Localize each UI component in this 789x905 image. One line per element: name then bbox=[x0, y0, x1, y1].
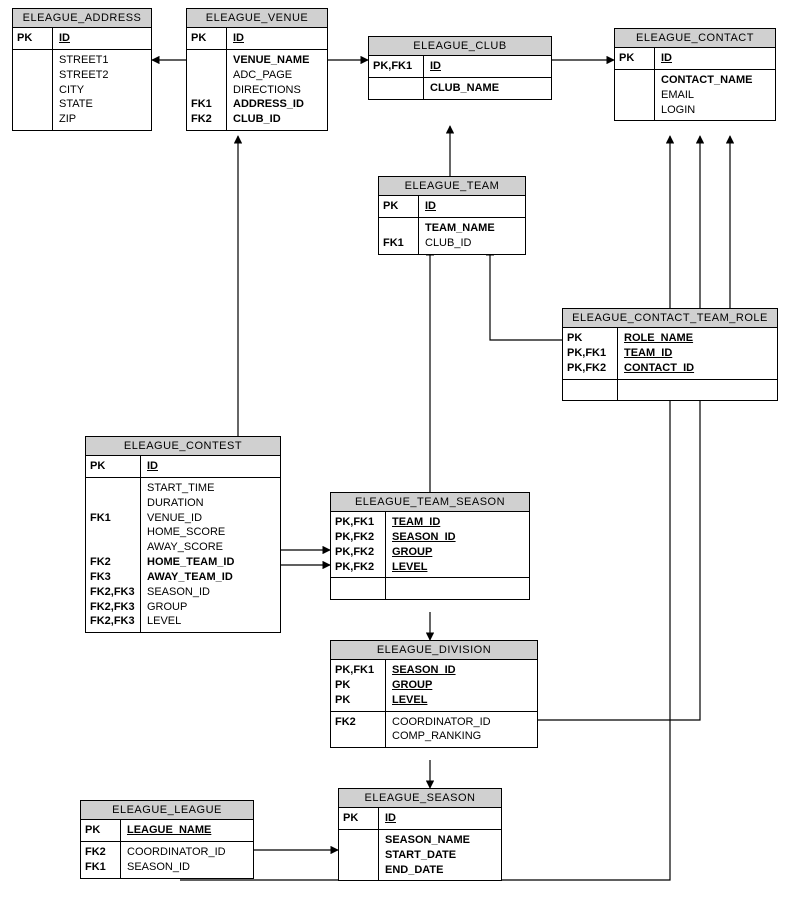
entity-eleague-team-season: ELEAGUE_TEAM_SEASON PK,FK1 PK,FK2 PK,FK2… bbox=[330, 492, 530, 600]
entity-eleague-contact: ELEAGUE_CONTACT PK ID CONTACT_NAME EMAIL… bbox=[614, 28, 776, 121]
entity-title: ELEAGUE_DIVISION bbox=[331, 641, 537, 660]
entity-eleague-venue: ELEAGUE_VENUE PK ID FK1 FK2 VENUE_NAME A… bbox=[186, 8, 328, 131]
entity-title: ELEAGUE_CONTACT_TEAM_ROLE bbox=[563, 309, 777, 328]
entity-title: ELEAGUE_TEAM_SEASON bbox=[331, 493, 529, 512]
entity-eleague-contest: ELEAGUE_CONTEST PK ID FK1 FK2 FK3 FK2,FK… bbox=[85, 436, 281, 633]
entity-title: ELEAGUE_CONTEST bbox=[86, 437, 280, 456]
entity-title: ELEAGUE_ADDRESS bbox=[13, 9, 151, 28]
entity-title: ELEAGUE_LEAGUE bbox=[81, 801, 253, 820]
entity-title: ELEAGUE_SEASON bbox=[339, 789, 501, 808]
er-diagram-canvas: ELEAGUE_ADDRESS PK ID STREET1 STREET2 CI… bbox=[0, 0, 789, 905]
entity-eleague-address: ELEAGUE_ADDRESS PK ID STREET1 STREET2 CI… bbox=[12, 8, 152, 131]
entity-eleague-league: ELEAGUE_LEAGUE PK LEAGUE_NAME FK2 FK1 CO… bbox=[80, 800, 254, 879]
entity-eleague-contact-team-role: ELEAGUE_CONTACT_TEAM_ROLE PK PK,FK1 PK,F… bbox=[562, 308, 778, 401]
entity-title: ELEAGUE_CLUB bbox=[369, 37, 551, 56]
entity-eleague-team: ELEAGUE_TEAM PK ID FK1 TEAM_NAME CLUB_ID bbox=[378, 176, 526, 255]
entity-eleague-division: ELEAGUE_DIVISION PK,FK1 PK PK SEASON_ID … bbox=[330, 640, 538, 748]
entity-title: ELEAGUE_CONTACT bbox=[615, 29, 775, 48]
entity-title: ELEAGUE_VENUE bbox=[187, 9, 327, 28]
entity-eleague-season: ELEAGUE_SEASON PK ID SEASON_NAME START_D… bbox=[338, 788, 502, 881]
entity-eleague-club: ELEAGUE_CLUB PK,FK1 ID CLUB_NAME bbox=[368, 36, 552, 100]
entity-title: ELEAGUE_TEAM bbox=[379, 177, 525, 196]
